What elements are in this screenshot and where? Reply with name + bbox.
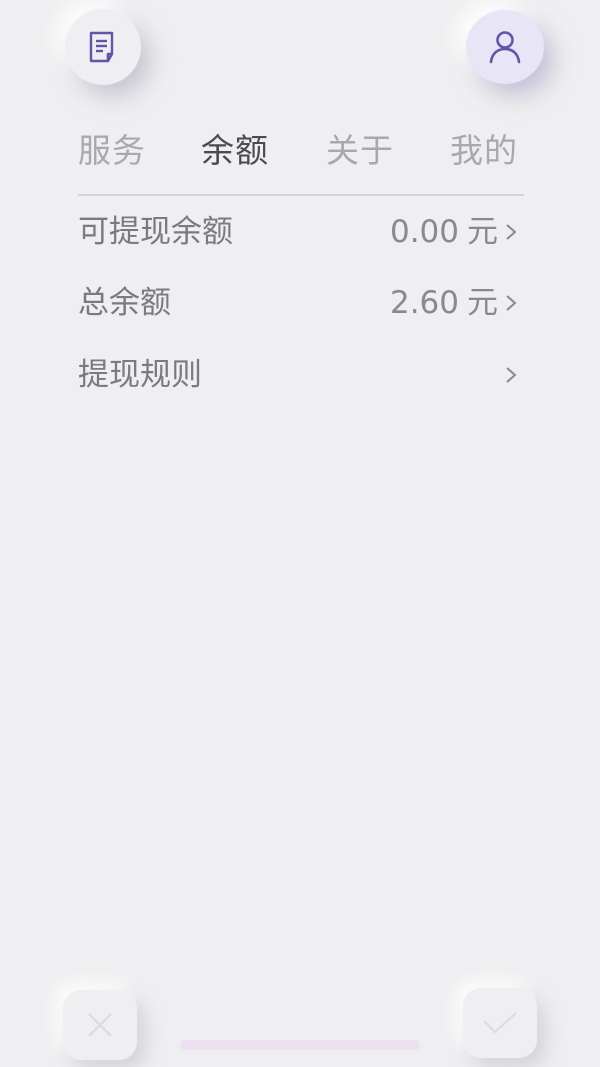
- bottom-indicator: [180, 1040, 420, 1050]
- tab-divider: [78, 194, 524, 196]
- tab-service[interactable]: 服务: [78, 126, 146, 176]
- user-icon: [489, 31, 521, 64]
- cancel-button[interactable]: [63, 990, 137, 1060]
- tab-about[interactable]: 关于: [326, 126, 394, 176]
- withdrawable-balance-row[interactable]: 可提现余额 0.00 元: [78, 207, 524, 257]
- chevron-right-icon: [506, 224, 517, 240]
- chevron-right-icon: [506, 295, 517, 311]
- withdraw-rules-row[interactable]: 提现规则: [78, 350, 524, 400]
- close-icon: [88, 1013, 112, 1037]
- row-unit: 元: [467, 214, 498, 250]
- tab-mine[interactable]: 我的: [450, 126, 518, 176]
- row-value: 2.60 元: [390, 278, 498, 328]
- row-label: 提现规则: [78, 357, 202, 393]
- total-balance-row[interactable]: 总余额 2.60 元: [78, 278, 524, 328]
- user-button[interactable]: [466, 10, 544, 84]
- row-value: 0.00 元: [390, 207, 498, 257]
- chevron-right-icon: [506, 367, 517, 383]
- tab-balance[interactable]: 余额: [201, 126, 269, 176]
- row-label: 可提现余额: [78, 214, 233, 250]
- row-amount: 2.60: [389, 285, 459, 321]
- tab-bar: 服务 余额 关于 我的: [78, 126, 524, 178]
- row-unit: 元: [467, 285, 498, 321]
- document-button[interactable]: [65, 9, 141, 85]
- check-icon: [483, 1012, 517, 1034]
- row-label: 总余额: [78, 285, 171, 321]
- document-icon: [89, 31, 114, 63]
- row-amount: 0.00: [389, 214, 459, 250]
- confirm-button[interactable]: [463, 988, 537, 1058]
